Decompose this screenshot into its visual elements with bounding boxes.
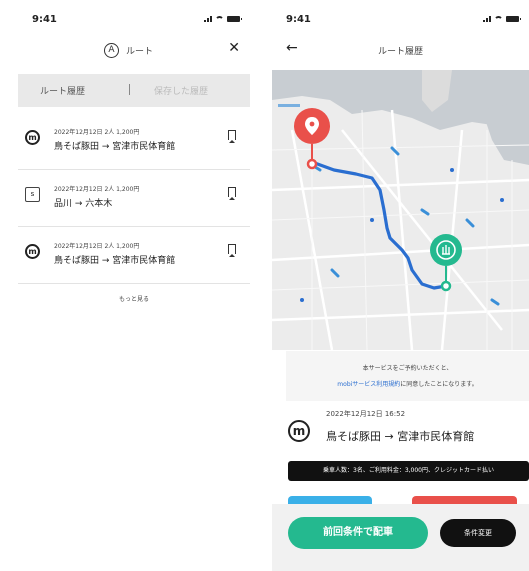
battery-icon — [227, 16, 242, 22]
screen-header: ← ルート履歴 — [272, 34, 529, 74]
bookmark-icon[interactable] — [228, 130, 236, 143]
blue-button-edge[interactable] — [288, 496, 372, 504]
status-time: 9:41 — [32, 14, 57, 25]
tab-route-history[interactable]: ルート履歴 — [40, 84, 85, 97]
terms-line-1: 本サービスをご予約いただくと、 — [362, 365, 453, 372]
route-path: 鳥そば豚田 → 宮津市民体育館 — [326, 430, 475, 443]
app-logo-icon: A — [104, 43, 119, 58]
history-tabs: ルート履歴 保存した履歴 — [18, 74, 250, 107]
mobi-logo-icon: m — [288, 420, 310, 442]
route-history-detail: 9:41 ← ルート履歴 本サービスをご予約いただくと、 mobiサービス利用規… — [272, 8, 529, 571]
red-button-edge[interactable] — [412, 496, 517, 504]
status-time: 9:41 — [286, 14, 311, 25]
service-s-icon: s — [25, 187, 40, 202]
mobi-logo-icon: m — [25, 130, 40, 145]
terms-link[interactable]: mobiサービス利用規約 — [337, 381, 400, 388]
status-icons — [483, 16, 521, 22]
route-meta: 2022年12月12日 2人 1,200円 — [54, 243, 140, 250]
route-path: 鳥そば豚田 → 宮津市民体育館 — [54, 256, 176, 266]
terms-notice: 本サービスをご予約いただくと、 mobiサービス利用規約に同意したことになります… — [286, 351, 529, 401]
terms-line-2: mobiサービス利用規約に同意したことになります。 — [286, 379, 529, 388]
route-list-item[interactable]: s 2022年12月12日 2人 1,200円 品川 → 六本木 — [18, 170, 250, 227]
route-list-item[interactable]: m 2022年12月12日 2人 1,200円 鳥そば豚田 → 宮津市民体育館 — [18, 113, 250, 170]
status-icons — [204, 16, 242, 22]
close-icon[interactable]: ✕ — [228, 40, 240, 56]
signal-icon — [204, 16, 212, 22]
wifi-icon — [494, 16, 503, 22]
rebook-button[interactable]: 前回条件で配車 — [288, 517, 428, 549]
mobi-logo-icon: m — [25, 244, 40, 259]
map-canvas — [272, 70, 529, 351]
route-summary: m 2022年12月12日 16:52 鳥そば豚田 → 宮津市民体育館 — [286, 408, 529, 458]
route-map[interactable] — [272, 70, 529, 351]
partial-buttons — [272, 496, 529, 504]
route-path: 鳥そば豚田 → 宮津市民体育館 — [54, 142, 176, 152]
modal-title: ルート — [126, 47, 154, 57]
route-meta: 2022年12月12日 2人 1,200円 — [54, 129, 140, 136]
terms-line-2-text: に同意したことになります。 — [400, 381, 478, 388]
modal-header: A ルート ✕ — [18, 34, 250, 68]
show-more-link[interactable]: もっと見る — [18, 294, 250, 303]
change-conditions-button[interactable]: 条件変更 — [440, 519, 516, 547]
battery-icon — [506, 16, 521, 22]
wifi-icon — [215, 16, 224, 22]
route-list-item[interactable]: m 2022年12月12日 2人 1,200円 鳥そば豚田 → 宮津市民体育館 — [18, 227, 250, 284]
status-bar: 9:41 — [272, 8, 529, 32]
ride-summary-pill: 乗車人数：3名、ご利用料金：3,000円、クレジットカード払い — [288, 461, 529, 481]
signal-icon — [483, 16, 491, 22]
bookmark-icon[interactable] — [228, 244, 236, 257]
bookmark-icon[interactable] — [228, 187, 236, 200]
status-bar: 9:41 — [18, 8, 250, 32]
route-meta: 2022年12月12日 2人 1,200円 — [54, 186, 140, 193]
screen-title: ルート履歴 — [377, 47, 423, 57]
tab-saved-history[interactable]: 保存した履歴 — [154, 84, 208, 97]
route-history-modal: 9:41 A ルート ✕ ルート履歴 保存した履歴 m 2022年12月12日 … — [18, 8, 250, 330]
route-path: 品川 → 六本木 — [54, 199, 113, 209]
route-meta: 2022年12月12日 16:52 — [326, 410, 406, 418]
tab-divider — [129, 84, 130, 95]
bottom-action-bar: 前回条件で配車 条件変更 — [272, 504, 529, 571]
